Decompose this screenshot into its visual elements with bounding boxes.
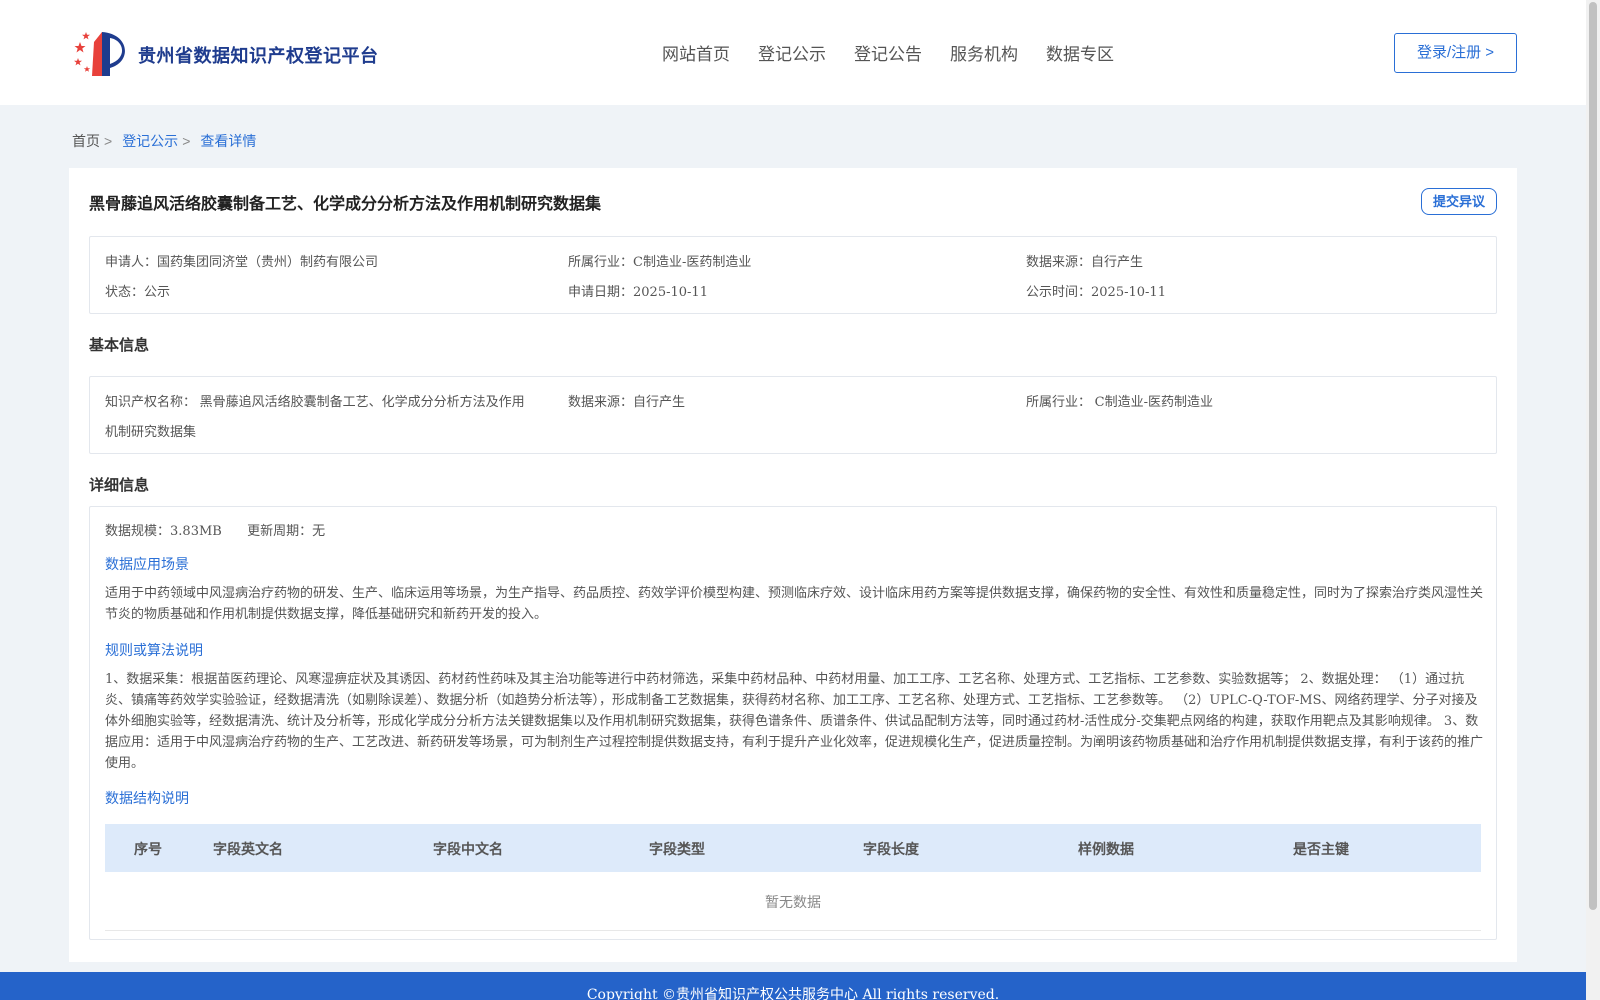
basic-source-value: 自行产生 — [633, 394, 686, 409]
update-cycle-value: 无 — [312, 523, 326, 538]
page-scrollbar[interactable] — [1586, 0, 1600, 1000]
detail-card: 黑骨藤追风活络胶囊制备工艺、化学成分分析方法及作用机制研究数据集 提交异议 申请… — [69, 168, 1517, 962]
ip-name-value-line2: 机制研究数据集 — [105, 424, 197, 439]
basic-source-field: 数据来源：自行产生 — [568, 391, 685, 410]
ip-name-value-line1: 黑骨藤追风活络胶囊制备工艺、化学成分分析方法及作用 — [199, 394, 525, 409]
site-header: 贵州省数据知识产权登记平台 网站首页 登记公示 登记公告 服务机构 数据专区 登… — [0, 0, 1586, 105]
ip-name-continued: 机制研究数据集 — [105, 421, 196, 440]
applicant-value: 国药集团同济堂（贵州）制药有限公司 — [157, 254, 379, 269]
source-label: 数据来源： — [1026, 254, 1092, 269]
basic-info-box: 知识产权名称： 黑骨藤追风活络胶囊制备工艺、化学成分分析方法及作用 机制研究数据… — [89, 376, 1497, 454]
column-header: 字段中文名 — [433, 842, 503, 858]
submit-objection-button[interactable]: 提交异议 — [1421, 188, 1497, 215]
publicity-time-value: 2025-10-11 — [1091, 285, 1166, 300]
data-scale-label: 数据规模： — [105, 523, 171, 538]
table-divider — [105, 930, 1481, 931]
site-title[interactable]: 贵州省数据知识产权登记平台 — [138, 42, 379, 68]
rules-text: 1、数据采集：根据苗医药理论、风寒湿痹症状及其诱因、药材药性药味及其主治功能等进… — [105, 672, 1484, 771]
applicant-field: 申请人：国药集团同济堂（贵州）制药有限公司 — [105, 251, 378, 270]
basic-industry-value: C制造业-医药制造业 — [1094, 395, 1213, 410]
column-header: 字段长度 — [863, 842, 919, 858]
detail-info-title: 详细信息 — [89, 476, 150, 494]
page-title: 黑骨藤追风活络胶囊制备工艺、化学成分分析方法及作用机制研究数据集 — [89, 194, 602, 213]
breadcrumb-publicity[interactable]: 登记公示 — [122, 133, 178, 149]
main-nav: 网站首页 登记公示 登记公告 服务机构 数据专区 — [662, 40, 1114, 65]
nav-data-zone[interactable]: 数据专区 — [1046, 40, 1114, 65]
breadcrumb-separator: > — [182, 133, 191, 149]
nav-service-agencies[interactable]: 服务机构 — [950, 40, 1018, 65]
nav-registration-publicity[interactable]: 登记公示 — [758, 40, 826, 65]
source-value: 自行产生 — [1091, 254, 1144, 269]
breadcrumb-separator: > — [104, 133, 113, 149]
industry-field: 所属行业：C制造业-医药制造业 — [568, 251, 751, 270]
status-value: 公示 — [144, 284, 171, 299]
login-register-button[interactable]: 登录/注册 > — [1394, 33, 1517, 73]
industry-label: 所属行业： — [568, 254, 634, 269]
ip-name-field: 知识产权名称： 黑骨藤追风活络胶囊制备工艺、化学成分分析方法及作用 — [105, 391, 525, 410]
ip-name-label: 知识产权名称： — [105, 394, 197, 409]
apply-date-value: 2025-10-11 — [633, 285, 708, 300]
breadcrumb-home[interactable]: 首页 — [72, 133, 100, 149]
rules-title: 规则或算法说明 — [105, 642, 203, 658]
site-footer: Copyright ©贵州省知识产权公共服务中心 All rights rese… — [0, 972, 1586, 1000]
column-header: 字段英文名 — [213, 842, 283, 858]
basic-source-label: 数据来源： — [568, 394, 634, 409]
structure-title: 数据结构说明 — [105, 790, 189, 806]
summary-box: 申请人：国药集团同济堂（贵州）制药有限公司 所属行业：C制造业-医药制造业 数据… — [89, 236, 1497, 314]
data-scale-value: 3.83MB — [170, 524, 222, 539]
breadcrumb-current[interactable]: 查看详情 — [200, 133, 256, 149]
apply-date-label: 申请日期： — [568, 284, 634, 299]
status-field: 状态：公示 — [105, 281, 170, 300]
column-header: 样例数据 — [1078, 842, 1134, 858]
source-field: 数据来源：自行产生 — [1026, 251, 1143, 270]
detail-info-box: 数据规模：3.83MB 更新周期：无 数据应用场景 适用于中药领域中风湿病治疗药… — [89, 506, 1497, 940]
update-cycle-label: 更新周期： — [247, 523, 313, 538]
data-scale-field: 数据规模：3.83MB 更新周期：无 — [105, 520, 325, 539]
scrollbar-thumb[interactable] — [1589, 2, 1597, 910]
nav-registration-announcement[interactable]: 登记公告 — [854, 40, 922, 65]
structure-table-header: 序号 字段英文名 字段中文名 字段类型 字段长度 样例数据 是否主键 — [105, 824, 1481, 872]
nav-home[interactable]: 网站首页 — [662, 40, 730, 65]
scenario-text: 适用于中药领域中风湿病治疗药物的研发、生产、临床运用等场景，为生产指导、药品质控… — [105, 586, 1484, 622]
table-empty-text: 暂无数据 — [765, 894, 821, 910]
column-header: 是否主键 — [1293, 842, 1349, 858]
basic-industry-label: 所属行业： — [1026, 394, 1092, 409]
industry-value: C制造业-医药制造业 — [633, 255, 752, 270]
column-header: 字段类型 — [649, 842, 705, 858]
apply-date-field: 申请日期：2025-10-11 — [568, 281, 708, 300]
applicant-label: 申请人： — [105, 254, 158, 269]
basic-industry-field: 所属行业： C制造业-医药制造业 — [1026, 391, 1213, 410]
scenario-title: 数据应用场景 — [105, 556, 189, 572]
site-logo-icon[interactable] — [72, 28, 130, 78]
basic-info-title: 基本信息 — [89, 336, 150, 354]
publicity-time-field: 公示时间：2025-10-11 — [1026, 281, 1166, 300]
publicity-time-label: 公示时间： — [1026, 284, 1092, 299]
status-label: 状态： — [105, 284, 145, 299]
breadcrumb: 首页 > 登记公示 > 查看详情 — [72, 131, 260, 151]
column-header: 序号 — [134, 842, 162, 858]
